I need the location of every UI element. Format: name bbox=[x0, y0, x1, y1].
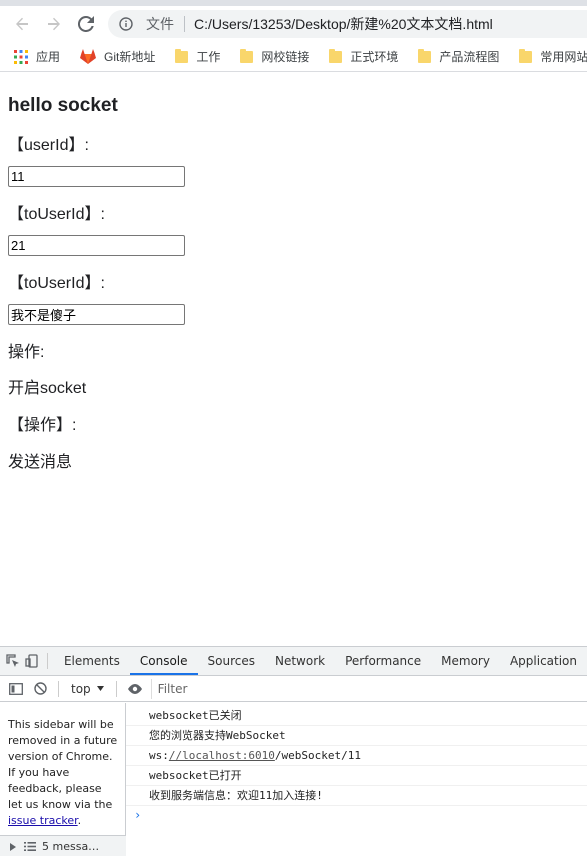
address-bar[interactable]: 文件 C:/Users/13253/Desktop/新建%20文本文档.html bbox=[108, 10, 587, 38]
tab-application[interactable]: Application bbox=[500, 647, 587, 675]
folder-icon bbox=[240, 48, 254, 63]
console-message: websocket已关闭 bbox=[126, 706, 587, 726]
bookmark-label: 正式环境 bbox=[350, 50, 399, 64]
console-prompt[interactable]: › bbox=[126, 806, 587, 824]
device-toolbar-icon[interactable] bbox=[23, 647, 42, 675]
context-selector[interactable]: top bbox=[65, 682, 110, 696]
messages-count: 5 messa… bbox=[42, 839, 100, 853]
content-label: 【toUserId】: bbox=[8, 275, 105, 292]
console-message: 您的浏览器支持WebSocket bbox=[126, 726, 587, 746]
send-message-link[interactable]: 发送消息 bbox=[8, 454, 587, 472]
page-title: hello socket bbox=[8, 95, 118, 116]
tab-network[interactable]: Network bbox=[265, 647, 335, 675]
devtools-tabbar: Elements Console Sources Network Perform… bbox=[0, 647, 587, 676]
console-sidebar: This sidebar will be removed in a future… bbox=[0, 703, 126, 856]
devtools-divider bbox=[115, 680, 117, 697]
info-icon[interactable] bbox=[112, 17, 140, 31]
inspect-element-icon[interactable] bbox=[4, 647, 23, 675]
operation-label-2: 【操作】: bbox=[8, 417, 77, 434]
expand-arrow-icon bbox=[10, 842, 16, 851]
gitlab-icon bbox=[80, 49, 97, 64]
tab-sources[interactable]: Sources bbox=[198, 647, 265, 675]
bookmark-label: 工作 bbox=[196, 50, 221, 64]
tab-elements[interactable]: Elements bbox=[54, 647, 130, 675]
user-id-input[interactable] bbox=[8, 166, 185, 187]
bookmark-label: 常用网站 bbox=[540, 50, 587, 64]
to-user-id-input[interactable] bbox=[8, 235, 185, 256]
console-log: websocket已关闭 您的浏览器支持WebSocket ws://local… bbox=[126, 703, 587, 856]
dropdown-arrow-icon bbox=[96, 686, 104, 691]
notice-text: This sidebar will be removed in a future… bbox=[8, 718, 118, 811]
sidebar-deprecation-notice: This sidebar will be removed in a future… bbox=[0, 703, 125, 829]
apps-grid-icon bbox=[14, 49, 28, 64]
issue-tracker-link[interactable]: issue tracker bbox=[8, 814, 78, 827]
tab-performance[interactable]: Performance bbox=[335, 647, 431, 675]
back-button[interactable] bbox=[6, 8, 38, 40]
devtools-panel: Elements Console Sources Network Perform… bbox=[0, 646, 587, 856]
operation-label: 操作: bbox=[8, 344, 45, 361]
bookmark-product-flow[interactable]: 产品流程图 bbox=[406, 45, 507, 69]
content-input[interactable] bbox=[8, 304, 185, 325]
bookmark-common-sites[interactable]: 常用网站 bbox=[507, 45, 587, 69]
eye-icon[interactable] bbox=[123, 675, 147, 703]
messages-group[interactable]: 5 messa… bbox=[0, 835, 126, 856]
to-user-id-label: 【toUserId】: bbox=[8, 206, 105, 223]
reload-button[interactable] bbox=[70, 8, 102, 40]
folder-icon bbox=[175, 48, 189, 63]
back-arrow-icon bbox=[16, 17, 28, 31]
folder-icon bbox=[329, 48, 343, 63]
context-label: top bbox=[71, 681, 91, 696]
bookmark-label: Git新地址 bbox=[104, 50, 156, 64]
console-message: ws://localhost:6010/webSocket/11 bbox=[126, 746, 587, 766]
tab-memory[interactable]: Memory bbox=[431, 647, 500, 675]
user-id-label: 【userId】: bbox=[8, 137, 89, 154]
url-text[interactable]: C:/Users/13253/Desktop/新建%20文本文档.html bbox=[194, 14, 493, 34]
open-socket-link[interactable]: 开启socket bbox=[8, 380, 587, 398]
bookmarks-bar: 应用 Git新地址 工作 网校链接 正式环境 产品流程图 常用网站 bbox=[0, 42, 587, 72]
forward-arrow-icon bbox=[48, 17, 60, 31]
url-separator bbox=[184, 16, 185, 32]
bookmark-git[interactable]: Git新地址 bbox=[68, 45, 163, 69]
ws-url-link[interactable]: //localhost:6010 bbox=[169, 749, 275, 762]
folder-icon bbox=[418, 48, 432, 63]
bookmark-work[interactable]: 工作 bbox=[163, 45, 228, 69]
bookmark-production[interactable]: 正式环境 bbox=[317, 45, 406, 69]
clear-console-icon[interactable] bbox=[28, 675, 52, 703]
bookmark-label: 产品流程图 bbox=[439, 50, 500, 64]
bookmark-label: 网校链接 bbox=[261, 50, 310, 64]
console-body: This sidebar will be removed in a future… bbox=[0, 703, 587, 856]
bookmark-apps[interactable]: 应用 bbox=[0, 45, 68, 69]
bookmark-school-links[interactable]: 网校链接 bbox=[228, 45, 317, 69]
devtools-divider bbox=[47, 653, 48, 669]
browser-toolbar: 文件 C:/Users/13253/Desktop/新建%20文本文档.html bbox=[0, 6, 587, 42]
bookmark-label: 应用 bbox=[36, 50, 61, 64]
devtools-divider bbox=[58, 680, 59, 697]
reload-icon bbox=[78, 16, 94, 32]
ws-suffix: /webSocket/11 bbox=[274, 749, 361, 762]
folder-icon bbox=[519, 48, 533, 63]
list-icon bbox=[24, 842, 36, 851]
url-scheme-label: 文件 bbox=[146, 16, 174, 32]
page-content: hello socket 【userId】: 【toUserId】: 【toUs… bbox=[8, 73, 587, 472]
console-message: 收到服务端信息：欢迎11加入连接! bbox=[126, 786, 587, 806]
notice-period: . bbox=[77, 814, 82, 827]
ws-prefix: ws: bbox=[149, 749, 169, 762]
sidebar-toggle-icon[interactable] bbox=[4, 675, 28, 703]
prompt-chevron-icon: › bbox=[134, 808, 142, 822]
filter-input[interactable]: Filter bbox=[150, 678, 587, 699]
console-toolbar: top Filter bbox=[0, 676, 587, 702]
console-message: websocket已打开 bbox=[126, 766, 587, 786]
forward-button[interactable] bbox=[38, 8, 70, 40]
tab-console[interactable]: Console bbox=[129, 647, 198, 675]
